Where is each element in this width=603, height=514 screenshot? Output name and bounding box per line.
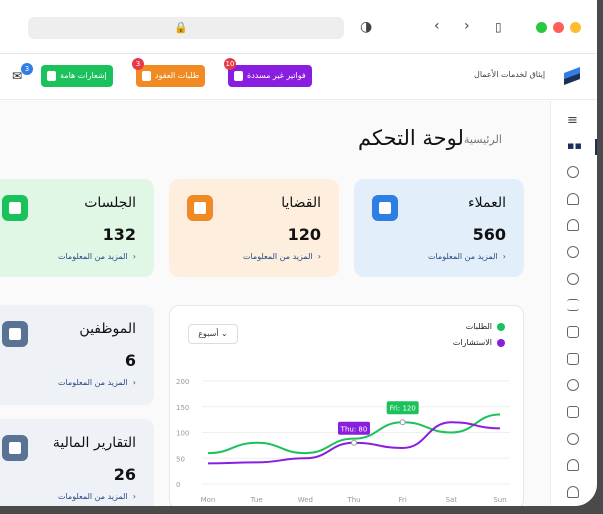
bar-chart-icon [2, 435, 28, 461]
card-value: 26 [113, 465, 136, 484]
x-tick-label: Tue [250, 496, 263, 504]
card-title: التقارير المالية [52, 435, 136, 451]
document-icon[interactable] [567, 353, 579, 365]
legend-dot [497, 322, 505, 331]
share-icon[interactable] [567, 433, 579, 445]
more-info-link[interactable]: ‹ المزيد من المعلومات [58, 492, 136, 501]
browser-window: ↻ 🔒 ◑ ‹ › ▯ ✉ 3 إشعارات هامة طلبات العقو… [0, 0, 597, 506]
unpaid-invoices-badge: 10 [224, 58, 236, 70]
forward-icon[interactable]: › [464, 19, 470, 33]
more-info-link[interactable]: ‹ المزيد من المعلومات [58, 252, 136, 261]
invoice-icon [234, 71, 243, 81]
card-value: 560 [472, 225, 506, 244]
active-indicator [595, 139, 597, 155]
sessions-card[interactable]: الجلسات 132 ‹ المزيد من المعلومات [0, 179, 154, 277]
legend-item: الطلبات [466, 322, 505, 331]
users-icon[interactable] [567, 273, 579, 285]
mail-badge: 3 [21, 63, 33, 75]
data-point [351, 439, 357, 446]
card-title: الموظفين [79, 321, 136, 337]
x-tick-label: Wed [298, 496, 313, 504]
sidebar-nav: ≡ ▪▪ [550, 101, 597, 506]
chat-icon [47, 71, 56, 81]
data-point [399, 419, 406, 426]
week-select[interactable]: أسبوع ⌄ [188, 324, 238, 344]
x-tick-label: Fri [398, 496, 406, 504]
button-label: إشعارات هامة [60, 71, 107, 80]
button-label: طلبات العقود [155, 71, 200, 80]
cases-card[interactable]: القضايا 120 ‹ المزيد من المعلومات [169, 179, 339, 277]
menu-icon[interactable]: ≡ [567, 113, 578, 128]
card-title: العملاء [468, 195, 506, 211]
y-tick-label: 150 [176, 404, 189, 412]
y-tick-label: 50 [176, 455, 185, 463]
headset-icon[interactable] [567, 459, 579, 471]
card-title: القضايا [281, 195, 321, 211]
shield-icon[interactable]: ◑ [360, 20, 372, 34]
clients-card[interactable]: العملاء 560 ‹ المزيد من المعلومات [354, 179, 524, 277]
card-value: 6 [124, 351, 136, 370]
more-info-link[interactable]: ‹ المزيد من المعلومات [243, 252, 321, 261]
x-tick-label: Sun [493, 496, 506, 504]
team-icon[interactable] [567, 246, 579, 258]
settings-icon[interactable] [567, 166, 579, 178]
brand-logo-icon [564, 67, 580, 85]
browser-toolbar: ↻ 🔒 ◑ ‹ › ▯ [0, 0, 597, 54]
unpaid-invoices-button[interactable]: فواتير غير مسددة [228, 65, 312, 87]
dashboard-main: الرئيسية لوحة التحكم العملاء 560 ‹ المزي… [0, 101, 550, 506]
x-tick-label: Thu [346, 496, 360, 504]
x-tick-label: Sat [446, 496, 458, 504]
more-info-link[interactable]: ‹ المزيد من المعلومات [58, 378, 136, 387]
dollar-icon[interactable] [567, 406, 579, 418]
financial-reports-card[interactable]: التقارير المالية 26 ‹ المزيد من المعلوما… [0, 419, 154, 506]
window-minimize-dot[interactable] [570, 22, 581, 33]
check-circle-icon[interactable] [567, 379, 579, 391]
bell-icon[interactable] [567, 193, 579, 205]
line-chart: 0 50 100 150 200 Mon Tue Wed Thu Fri Sat Sun Thu: 80… [176, 378, 510, 504]
users-icon [372, 195, 398, 221]
y-tick-label: 200 [176, 378, 189, 386]
more-info-link[interactable]: ‹ المزيد من المعلومات [428, 252, 506, 261]
app-header: ✉ 3 إشعارات هامة طلبات العقود 3 فواتير غ… [0, 55, 597, 100]
page-title: لوحة التحكم [358, 126, 464, 150]
contract-requests-button[interactable]: طلبات العقود [136, 65, 206, 87]
card-title: الجلسات [84, 195, 136, 211]
gavel-icon [2, 195, 28, 221]
employees-card[interactable]: الموظفين 6 ‹ المزيد من المعلومات [0, 305, 154, 405]
support-icon[interactable] [567, 486, 579, 498]
requests-chart-card: أسبوع ⌄ الطلبات الاستشارات 0 50 100 150 200 M… [169, 305, 524, 506]
card-value: 132 [102, 225, 136, 244]
x-tick-label: Mon [201, 496, 216, 504]
brand-name: إيثاق لخدمات الأعمال [474, 70, 546, 79]
card-value: 120 [287, 225, 321, 244]
list-icon[interactable] [567, 299, 579, 311]
dashboard-icon[interactable]: ▪▪ [567, 139, 582, 152]
lock-icon: 🔒 [174, 21, 188, 34]
legend-dot [497, 338, 505, 347]
document-icon [142, 71, 151, 81]
address-bar[interactable]: 🔒 [28, 17, 344, 39]
folder-icon [187, 195, 213, 221]
important-notifications-button[interactable]: إشعارات هامة [41, 65, 113, 87]
cart-icon[interactable] [567, 326, 579, 338]
sidebar-toggle-icon[interactable]: ▯ [495, 20, 502, 34]
y-tick-label: 100 [176, 430, 189, 438]
contract-requests-badge: 3 [132, 58, 144, 70]
window-close-dot[interactable] [553, 22, 564, 33]
window-maximize-dot[interactable] [536, 22, 547, 33]
back-icon[interactable]: ‹ [434, 19, 440, 33]
legend-item: الاستشارات [453, 338, 505, 347]
breadcrumb[interactable]: الرئيسية [464, 133, 502, 146]
tooltip-label: Thu: 80 [340, 425, 368, 433]
button-label: فواتير غير مسددة [247, 71, 306, 80]
tooltip-label: Fri: 120 [390, 405, 416, 413]
y-tick-label: 0 [176, 481, 180, 489]
notification-icon[interactable] [567, 219, 579, 231]
id-card-icon [2, 321, 28, 347]
